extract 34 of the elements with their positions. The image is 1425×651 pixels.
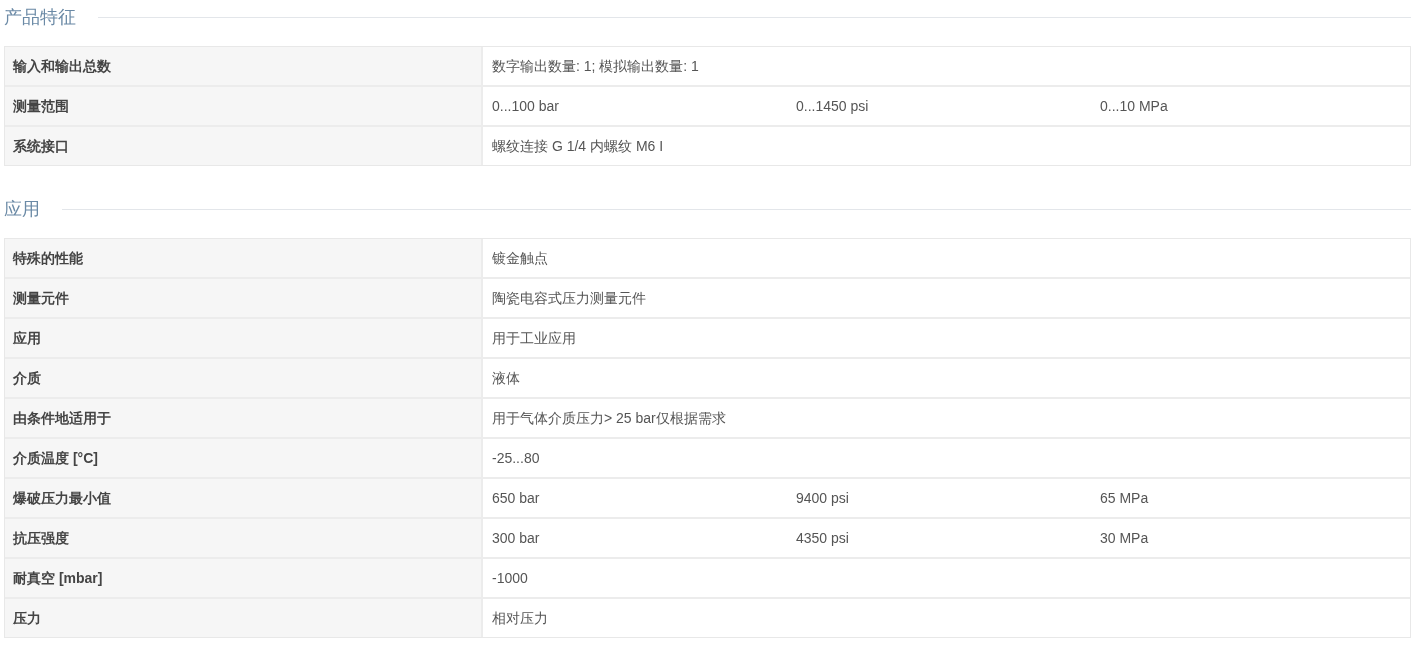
table-cell-text: 300 bar (492, 529, 541, 548)
table-cell: 测量元件 (5, 279, 483, 317)
table-cell-text: 0...1450 psi (796, 97, 870, 116)
table-cell-text: 用于工业应用 (492, 329, 576, 348)
table-cell-text: 9400 psi (796, 489, 850, 508)
table-cell-text: -1000 (492, 569, 528, 588)
table-cell-text: 0...100 bar (492, 97, 560, 116)
table-cell-text: 液体 (492, 369, 520, 388)
table-cell-text: 30 MPa (1100, 529, 1150, 548)
section-title: 应用 (4, 198, 40, 221)
section-title: 产品特征 (4, 6, 76, 29)
table-cell-text: -25...80 (492, 449, 540, 468)
table-cell: 应用 (5, 319, 483, 357)
table-cell-text: 数字输出数量: 1; 模拟输出数量: 1 (492, 57, 699, 76)
table-cell: 压力 (5, 599, 483, 637)
table-cell: 输入和输出总数 (5, 47, 483, 85)
table-cell-text: 相对压力 (492, 609, 548, 628)
table-cell-text: 螺纹连接 G 1/4 内螺纹 M6 I (492, 137, 664, 156)
table-cell: 系统接口 (5, 127, 483, 165)
table-cell-text: 65 MPa (1100, 489, 1150, 508)
table-cell-text: 4350 psi (796, 529, 850, 548)
table-cell-text: 镀金触点 (492, 249, 548, 268)
table-cell-text: 用于气体介质压力> 25 bar仅根据需求 (492, 409, 726, 428)
table-cell-text: 650 bar (492, 489, 541, 508)
table-cell: 介质 (5, 359, 483, 397)
table-cell: 爆破压力最小值 (5, 479, 483, 517)
table-cell: 抗压强度 (5, 519, 483, 557)
table-cell: 介质温度 [°C] (5, 439, 483, 477)
table-cell: 特殊的性能 (5, 239, 483, 277)
table-cell-text: 0...10 MPa (1100, 97, 1169, 116)
table-cell-text: 陶瓷电容式压力测量元件 (492, 289, 646, 308)
table-cell: 由条件地适用于 (5, 399, 483, 437)
table-cell: 耐真空 [mbar] (5, 559, 483, 597)
table-cell: 测量范围 (5, 87, 483, 125)
